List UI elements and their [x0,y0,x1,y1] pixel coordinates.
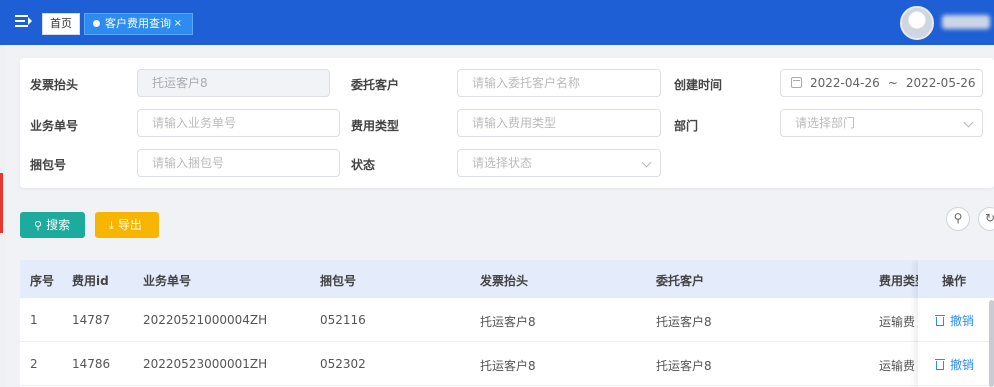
refresh-button[interactable]: ↻ [978,207,994,231]
revoke-button[interactable]: 撤销 [935,312,975,329]
revoke-button[interactable]: 撤销 [935,356,975,373]
menu-collapse-icon[interactable] [15,14,32,28]
table-header: 序号 费用id 业务单号 捆包号 发票抬头 委托客户 费用类型 [20,260,994,298]
fee-type-label: 费用类型 [351,119,400,133]
cell-index: 2 [30,357,38,371]
col-action: 操作 [942,274,967,288]
search-button[interactable]: ⚲ 搜索 [20,212,85,238]
created-time-label: 创建时间 [674,78,723,92]
cell-package-no: 052116 [320,313,366,327]
export-button[interactable]: ⤓ 导出 [95,212,159,238]
client-input[interactable]: 请输入委托客户名称 [457,69,661,97]
tab-home[interactable]: 首页 [42,13,80,35]
search-icon: ⚲ [953,211,963,225]
invoice-header-field: 托运客户8 [137,69,330,97]
business-no-label: 业务单号 [30,119,79,133]
cell-client: 托运客户8 [656,359,712,373]
fee-type-placeholder: 请输入费用类型 [472,116,557,130]
department-select[interactable]: 请选择部门 [780,109,983,137]
close-tab-icon[interactable]: × [174,14,182,34]
business-no-placeholder: 请输入业务单号 [152,116,237,130]
cell-fee-type: 运输费 [879,359,916,373]
status-placeholder: 请选择状态 [472,156,533,170]
user-avatar[interactable] [900,6,934,40]
date-end: 2022-05-26 [905,76,976,90]
edge-marker [0,173,3,233]
status-label: 状态 [351,158,376,172]
trash-icon [935,315,945,326]
action-cell: 撤销 [918,342,994,386]
col-invoice-header: 发票抬头 [480,274,529,288]
vertical-scrollbar[interactable] [989,300,994,387]
cell-invoice-header: 托运客户8 [480,315,536,329]
col-package-no: 捆包号 [320,274,357,288]
revoke-label: 撤销 [950,358,975,372]
department-placeholder: 请选择部门 [795,116,856,130]
download-icon: ⤓ [109,219,114,232]
trash-icon [935,359,945,370]
export-button-label: 导出 [117,218,142,232]
filter-panel: 发票抬头 托运客户8 委托客户 请输入委托客户名称 创建时间 2022-04-2… [20,58,994,188]
cell-invoice-header: 托运客户8 [480,359,536,373]
package-no-input[interactable]: 请输入捆包号 [137,149,340,177]
action-header: 操作 [918,260,994,298]
tab-home-label: 首页 [50,17,72,30]
cell-fee-type: 运输费 [879,315,916,329]
cell-business-no: 20220521000004ZH [143,313,268,327]
status-select[interactable]: 请选择状态 [457,149,661,177]
tab-label: 客户费用查询 [105,17,171,30]
department-label: 部门 [674,119,699,133]
chevron-down-icon [963,117,974,128]
toggle-search-button[interactable]: ⚲ [946,207,970,231]
business-no-input[interactable]: 请输入业务单号 [137,109,340,137]
active-dot-icon [93,19,100,27]
package-no-placeholder: 请输入捆包号 [152,156,225,170]
col-index: 序号 [30,274,55,288]
cell-client: 托运客户8 [656,315,712,329]
col-business-no: 业务单号 [143,274,192,288]
action-cell: 撤销 [918,298,994,342]
client-label: 委托客户 [351,78,400,92]
revoke-label: 撤销 [950,314,975,328]
col-client: 委托客户 [656,274,705,288]
package-no-label: 捆包号 [30,158,67,172]
top-navbar: 首页 客户费用查询 × [0,0,994,45]
search-button-label: 搜索 [46,218,71,232]
table-row[interactable]: 2 14786 20220523000001ZH 052302 托运客户8 托运… [20,342,994,386]
cell-business-no: 20220523000001ZH [143,357,268,371]
calendar-icon [791,77,802,88]
invoice-header-value: 托运客户8 [152,76,208,90]
created-time-range-picker[interactable]: 2022-04-26 ~2022-05-26 [780,69,983,97]
fee-table: 序号 费用id 业务单号 捆包号 发票抬头 委托客户 费用类型 1 14787 … [20,260,994,387]
col-fee-id: 费用id [72,274,109,288]
date-separator: ~ [887,76,898,90]
tab-customer-fee-query[interactable]: 客户费用查询 × [84,13,193,35]
cell-index: 1 [30,313,38,327]
client-placeholder: 请输入委托客户名称 [472,76,581,90]
cell-fee-id: 14787 [72,313,111,327]
left-edge [0,45,6,387]
search-icon: ⚲ [34,219,43,232]
cell-package-no: 052302 [320,357,366,371]
chevron-down-icon [641,157,652,168]
refresh-icon: ↻ [984,211,994,225]
username-blurred[interactable] [942,15,990,29]
invoice-header-label: 发票抬头 [30,78,79,92]
fixed-action-column: 操作 撤销 撤销 [918,260,994,387]
fee-type-input[interactable]: 请输入费用类型 [457,109,661,137]
table-row[interactable]: 1 14787 20220521000004ZH 052116 托运客户8 托运… [20,298,994,342]
cell-fee-id: 14786 [72,357,111,371]
date-start: 2022-04-26 [810,76,880,90]
